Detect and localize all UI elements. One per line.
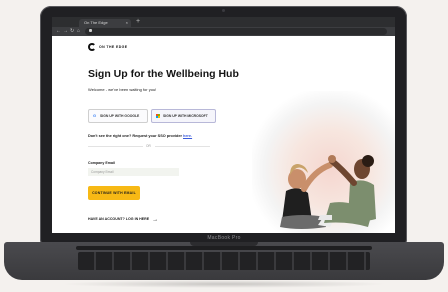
hero-image (252, 91, 395, 233)
camera (222, 9, 225, 12)
brand-logo-icon[interactable] (88, 43, 96, 51)
page-title: Sign Up for the Wellbeing Hub (88, 68, 239, 80)
right-person-arm (329, 158, 357, 186)
high-five-illustration (280, 155, 376, 229)
sso-request-link[interactable]: here. (183, 134, 192, 138)
laptop-shadow (60, 280, 388, 288)
right-person-hair (362, 155, 374, 167)
page-subtitle: Welcome - we've been waiting for you! (88, 87, 157, 92)
microsoft-signup-button[interactable]: SIGN UP WITH MICROSOFT (151, 109, 216, 123)
google-signup-label: SIGN UP WITH GOOGLE (100, 114, 140, 118)
email-label: Company Email (88, 161, 115, 165)
microsoft-icon (156, 114, 160, 118)
tab-title: On The Edge (84, 20, 108, 25)
left-person-arm (301, 162, 333, 192)
browser-tab-bar: On The Edge × + (52, 17, 395, 33)
microsoft-signup-label: SIGN UP WITH MICROSOFT (163, 114, 208, 118)
google-signup-button[interactable]: G SIGN UP WITH GOOGLE (88, 109, 148, 123)
divider-left (88, 146, 143, 147)
high-five-hands (328, 155, 336, 163)
browser-toolbar: ← → ↻ ⌂ (52, 27, 395, 36)
reload-icon[interactable]: ↻ (70, 28, 74, 35)
laptop-screen: On The Edge × + ← → ↻ ⌂ ON THE EDGE Sign… (52, 17, 395, 233)
login-text: HAVE AN ACCOUNT? LOG IN HERE (88, 217, 150, 221)
forward-arrow-icon[interactable]: → (63, 28, 68, 35)
left-person-legs (280, 215, 326, 229)
lock-icon (89, 29, 92, 32)
new-tab-button[interactable]: + (136, 18, 140, 26)
address-bar[interactable] (85, 28, 387, 35)
laptop-model-label: MacBook Pro (207, 235, 241, 241)
google-icon: G (93, 113, 97, 118)
arrow-right-icon: → (152, 217, 159, 223)
divider-text: OR (146, 144, 151, 148)
laptop-base (4, 242, 444, 280)
divider-right (155, 146, 210, 147)
tab-close-icon[interactable]: × (126, 19, 128, 27)
brand-name: ON THE EDGE (99, 45, 128, 49)
back-arrow-icon[interactable]: ← (56, 28, 61, 35)
keyboard (78, 252, 370, 270)
signup-page: ON THE EDGE Sign Up for the Wellbeing Hu… (52, 36, 395, 233)
continue-with-email-button[interactable]: CONTINUE WITH EMAIL (88, 186, 140, 200)
browser-tab[interactable]: On The Edge × (79, 19, 131, 27)
email-field[interactable] (88, 168, 179, 176)
touch-bar (76, 246, 372, 250)
sso-request-text: Don't see the right one? Request your SS… (88, 134, 192, 138)
right-person-shoe (318, 215, 332, 220)
home-icon[interactable]: ⌂ (77, 28, 80, 35)
sso-question: Don't see the right one? Request your SS… (88, 134, 183, 138)
login-link[interactable]: HAVE AN ACCOUNT? LOG IN HERE → (88, 217, 158, 223)
